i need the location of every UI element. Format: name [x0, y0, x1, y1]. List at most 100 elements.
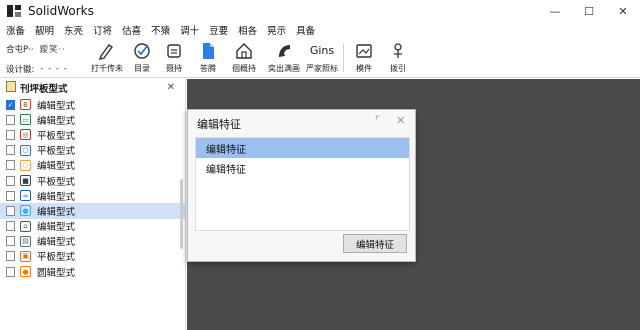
- tree-item[interactable]: ○ 平板型式: [0, 143, 185, 158]
- menu-item[interactable]: 靓明: [35, 23, 54, 37]
- phone-icon: [275, 42, 293, 60]
- panel-close-button[interactable]: ✕: [167, 82, 175, 93]
- tree-checkbox[interactable]: [6, 205, 15, 216]
- toolbar-button-home[interactable]: 徊概持: [224, 40, 264, 76]
- feature-type-icon: ■: [20, 175, 31, 187]
- tree-checkbox[interactable]: [6, 251, 15, 262]
- feature-type-icon: ○: [20, 159, 31, 171]
- menu-item[interactable]: 估喜: [122, 23, 141, 37]
- edit-feature-button[interactable]: 编辑特征: [343, 234, 407, 253]
- tree-item[interactable]: ▭ 编辑型式: [0, 112, 185, 127]
- close-button[interactable]: ✕: [606, 0, 640, 22]
- tree-item-label: 编辑型式: [37, 191, 76, 203]
- menu-item[interactable]: 不猿: [151, 23, 170, 37]
- tree-item-label: 编辑型式: [37, 222, 76, 234]
- tree-item[interactable]: ▣ 平板型式: [0, 249, 185, 264]
- tree-item[interactable]: ≈ 编辑型式: [0, 188, 185, 203]
- tree-checkbox[interactable]: [6, 190, 15, 201]
- feature-tree-panel: 刊坪板型式 ✕ ✓ B 编辑型式 ▭ 编辑型式 ◎ 平板型式 ○ 平板型式 ○ 编辑型式 ■ 平板型式 ≈…: [0, 79, 186, 330]
- printer-icon: [165, 42, 183, 60]
- window-controls: — ☐ ✕: [538, 0, 640, 22]
- tree-item-label: 编辑型式: [37, 237, 76, 249]
- tree-checkbox[interactable]: [6, 221, 15, 232]
- tree-checkbox[interactable]: [6, 129, 15, 140]
- tree-item-label: 平板型式: [37, 176, 76, 188]
- minimize-button[interactable]: —: [538, 0, 572, 22]
- folder-icon: [6, 81, 16, 95]
- panel-scrollbar[interactable]: [180, 179, 183, 249]
- tree-item[interactable]: ○ 编辑型式: [0, 158, 185, 173]
- solidworks-logo-icon: [6, 4, 22, 18]
- tree-item-label: 编辑型式: [37, 161, 76, 173]
- feature-type-icon: B: [20, 99, 31, 111]
- edit-feature-dialog: 编辑特征 ⌜ ✕ 编辑特征 编辑特征 编辑特征: [187, 109, 416, 262]
- toolbar-button-label: 拨引: [390, 64, 406, 73]
- property-label: 设计徽:: [6, 65, 35, 75]
- feature-tree: ✓ B 编辑型式 ▭ 编辑型式 ◎ 平板型式 ○ 平板型式 ○ 编辑型式 ■ 平板型式 ≈ 编辑型式 ● 编辑型…: [0, 97, 185, 279]
- toolbar-button-gins[interactable]: Gins 严家照标: [302, 40, 342, 76]
- property-label: 合屯P··: [6, 45, 34, 55]
- tree-item[interactable]: ● 编辑型式: [0, 203, 185, 219]
- tree-item[interactable]: ■ 平板型式: [0, 173, 185, 188]
- property-value: - - - -: [40, 64, 68, 74]
- feature-type-icon: ▣: [20, 250, 31, 262]
- toolbar-button-label: 答腾: [200, 64, 216, 73]
- app-title: SolidWorks: [28, 4, 94, 18]
- menu-item[interactable]: 具备: [296, 23, 315, 37]
- tree-item-label: 圆辑型式: [37, 267, 76, 279]
- tree-checkbox[interactable]: [6, 160, 15, 171]
- toolbar-properties: 合屯P·· 鑀笑·· 设计徽: - - - -: [6, 42, 90, 76]
- toolbar-button-label: 打千传未: [91, 64, 123, 73]
- toolbar-property-row[interactable]: 合屯P·· 鑀笑··: [6, 42, 90, 56]
- tree-checkbox[interactable]: [6, 266, 15, 277]
- list-item[interactable]: 编辑特征: [196, 158, 409, 178]
- list-item[interactable]: 编辑特征: [196, 138, 409, 158]
- toolbar-button-document[interactable]: 答腾: [188, 40, 228, 76]
- menu-item[interactable]: 订将: [93, 23, 112, 37]
- menu-item[interactable]: 晃示: [267, 23, 286, 37]
- toolbar-button-gauge[interactable]: 拨引: [378, 40, 418, 76]
- toolbar-button-label: 徊概持: [232, 64, 256, 73]
- menu-item[interactable]: 相各: [238, 23, 257, 37]
- tree-checkbox[interactable]: [6, 236, 15, 247]
- tree-item-label: 编辑型式: [37, 100, 76, 112]
- toolbar-button-label: 模件: [356, 64, 372, 73]
- toolbar-button-phone[interactable]: 奕出满画: [264, 40, 304, 76]
- menu-item[interactable]: 涨备: [6, 23, 25, 37]
- feature-type-icon: ⌂: [20, 220, 31, 232]
- feature-type-icon: ≈: [20, 190, 31, 202]
- toolbar-button-label: 严家照标: [306, 64, 338, 73]
- tree-checkbox[interactable]: [6, 175, 15, 186]
- command-toolbar: 合屯P·· 鑀笑·· 设计徽: - - - - 打千传未 目录 聂持 答腾 徊概…: [0, 38, 640, 78]
- tree-item[interactable]: ● 圆辑型式: [0, 264, 185, 279]
- document-icon: [199, 42, 217, 60]
- tree-item[interactable]: ◎ 平板型式: [0, 127, 185, 142]
- menu-item[interactable]: 豆要: [209, 23, 228, 37]
- toolbar-button-brush[interactable]: 打千传未: [87, 40, 127, 76]
- menu-bar: 涨备 靓明 东亮 订将 估喜 不猿 调十 豆要 相各 晃示 具备: [0, 22, 640, 38]
- menu-item[interactable]: 东亮: [64, 23, 83, 37]
- tree-item[interactable]: ▤ 编辑型式: [0, 234, 185, 249]
- menu-item[interactable]: 调十: [180, 23, 199, 37]
- dialog-close-button[interactable]: ✕: [396, 114, 405, 127]
- tree-item[interactable]: ⌂ 编辑型式: [0, 219, 185, 234]
- tree-item-label: 平板型式: [37, 130, 76, 142]
- image-icon: [355, 42, 373, 60]
- check-circle-icon: [133, 42, 151, 60]
- feature-type-icon: ▭: [20, 114, 31, 126]
- toolbar-button-label: 目录: [134, 64, 150, 73]
- tree-item-label: 编辑型式: [37, 206, 76, 218]
- tree-item-label: 平板型式: [37, 146, 76, 158]
- dialog-restore-button[interactable]: ⌜: [375, 114, 380, 127]
- tree-checkbox[interactable]: [6, 145, 15, 156]
- property-value: 鑀笑··: [39, 45, 66, 55]
- maximize-button[interactable]: ☐: [572, 0, 606, 22]
- toolbar-property-row[interactable]: 设计徽: - - - -: [6, 62, 90, 76]
- tree-checkbox[interactable]: [6, 114, 15, 125]
- feature-type-icon: ▤: [20, 235, 31, 247]
- tree-item-label: 平板型式: [37, 252, 76, 264]
- tree-checkbox[interactable]: ✓: [6, 99, 15, 110]
- feature-type-icon: ●: [20, 266, 31, 278]
- tree-item[interactable]: ✓ B 编辑型式: [0, 97, 185, 112]
- tree-item-label: 编辑型式: [37, 115, 76, 127]
